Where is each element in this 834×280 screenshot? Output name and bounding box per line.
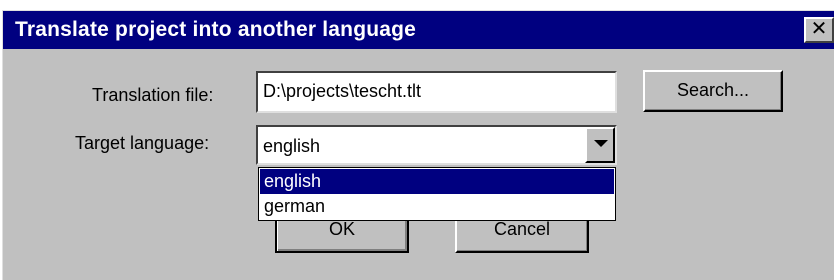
target-language-dropdown-list: english german [258,167,616,221]
dropdown-option-german[interactable]: german [260,194,614,219]
dialog-title: Translate project into another language [15,18,416,42]
search-button[interactable]: Search... [643,70,783,112]
translation-file-value: D:\projects\tescht.tlt [263,81,421,102]
translation-file-label: Translation file: [92,85,213,106]
translation-file-input[interactable]: D:\projects\tescht.tlt [256,71,617,113]
cancel-button-label: Cancel [494,219,550,239]
chevron-down-icon[interactable] [585,127,615,163]
translate-dialog: Translate project into another language … [2,10,834,280]
search-button-label: Search... [677,80,749,100]
close-icon[interactable]: ✕ [804,17,834,43]
ok-button-label: OK [329,219,355,239]
target-language-label: Target language: [75,133,209,154]
target-language-select[interactable]: english [256,125,617,165]
dropdown-option-english[interactable]: english [260,169,614,194]
title-bar[interactable]: Translate project into another language … [3,11,834,49]
target-language-value: english [263,136,320,157]
